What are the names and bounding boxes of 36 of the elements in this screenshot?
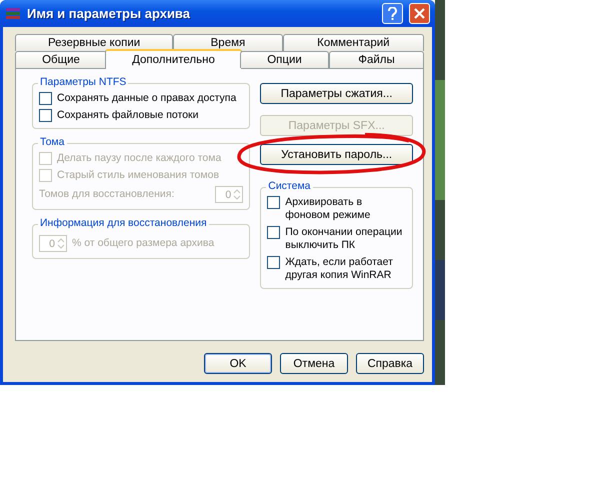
- action-button[interactable]: Установить пароль...: [260, 144, 413, 165]
- help-button[interactable]: [382, 3, 403, 24]
- close-icon: [414, 8, 425, 19]
- action-button[interactable]: Параметры сжатия...: [260, 83, 413, 104]
- tab[interactable]: Комментарий: [282, 34, 424, 51]
- field-label: % от общего размера архива: [72, 237, 214, 250]
- checkbox-label: По окончании операции выключить ПК: [285, 226, 404, 252]
- tab[interactable]: Время: [173, 34, 283, 51]
- checkbox-label: Архивировать в фоновом режиме: [285, 196, 372, 222]
- group-title: Информация для восстановления: [38, 217, 209, 229]
- tab[interactable]: Файлы: [329, 51, 424, 68]
- checkbox-label: Старый стиль именования томов: [57, 169, 220, 182]
- dialog-button[interactable]: Отмена: [280, 353, 348, 374]
- dialog-button[interactable]: OK: [204, 353, 272, 374]
- window-title: Имя и параметры архива: [27, 6, 191, 21]
- tab[interactable]: Опции: [240, 51, 329, 68]
- field-label: Томов для восстановления:: [39, 188, 174, 201]
- question-mark-icon: [387, 7, 398, 20]
- tab[interactable]: Общие: [15, 51, 107, 68]
- tab[interactable]: Дополнительно: [105, 49, 242, 69]
- group-title: Система: [266, 180, 313, 192]
- tab[interactable]: Резервные копии: [15, 34, 174, 51]
- checkbox[interactable]: [267, 256, 280, 269]
- group-title: Тома: [38, 136, 66, 148]
- checkbox-label: Сохранять файловые потоки: [57, 109, 199, 122]
- checkbox[interactable]: [267, 226, 280, 239]
- checkbox[interactable]: [39, 109, 52, 122]
- checkbox-label: Сохранять данные о правах доступа: [57, 92, 236, 105]
- close-button[interactable]: [409, 3, 430, 24]
- checkbox-label: Делать паузу после каждого тома: [57, 152, 222, 165]
- checkbox-label: Ждать, если работает другая копия WinRAR: [285, 256, 394, 282]
- group-title: Параметры NTFS: [38, 76, 128, 88]
- checkbox[interactable]: [267, 196, 280, 209]
- dialog-button[interactable]: Справка: [356, 353, 424, 374]
- checkbox[interactable]: [39, 92, 52, 105]
- archive-icon: [5, 6, 21, 22]
